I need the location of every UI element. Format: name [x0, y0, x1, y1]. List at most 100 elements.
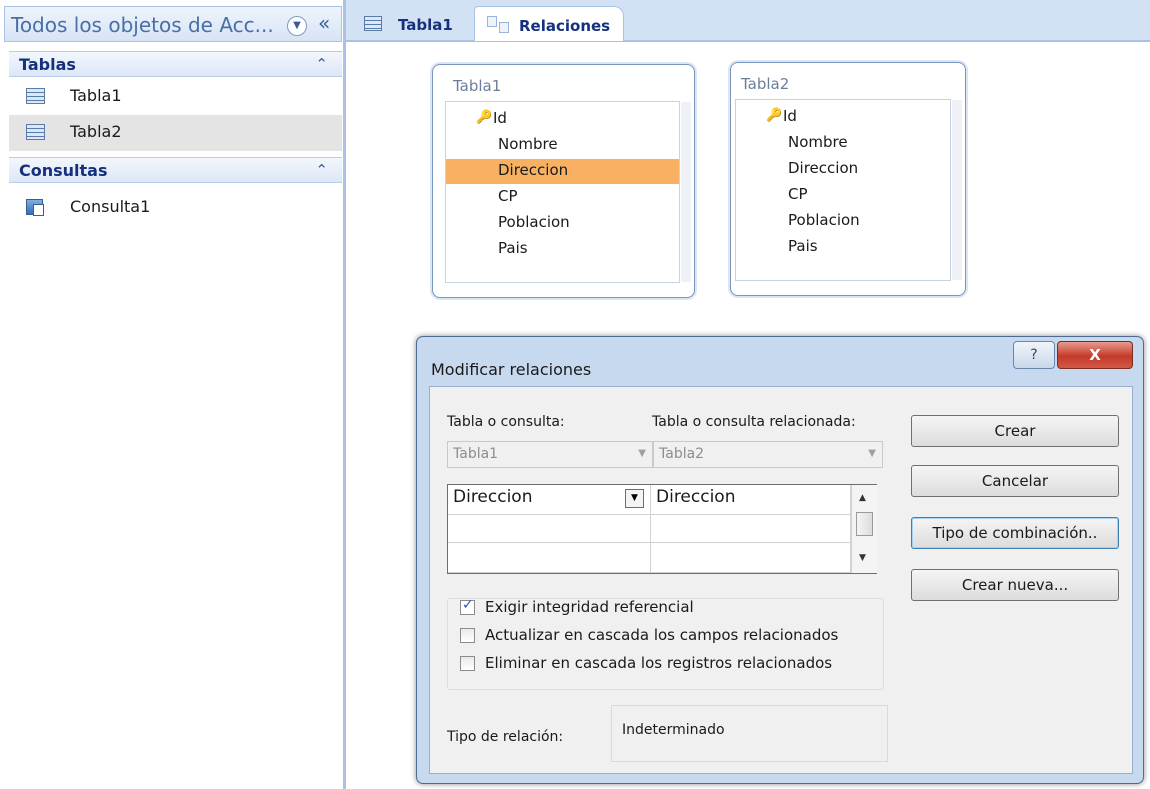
- field-label: Poblacion: [498, 213, 570, 231]
- dialog-title: Modificar relaciones: [431, 360, 592, 379]
- field-cp[interactable]: CP: [736, 183, 950, 208]
- grid-cell-left[interactable]: [448, 543, 651, 573]
- nav-item-label: Tabla1: [70, 86, 122, 105]
- field-poblacion[interactable]: Poblacion: [446, 211, 679, 236]
- tab-label: Relaciones: [519, 17, 611, 35]
- chevron-down-icon[interactable]: ▼: [287, 16, 307, 36]
- field-pais[interactable]: Pais: [736, 235, 950, 260]
- table-box-title: Tabla1: [453, 77, 502, 95]
- relationships-icon: [487, 16, 509, 33]
- field-label: Nombre: [788, 133, 848, 151]
- nav-item-tabla2[interactable]: Tabla2: [9, 115, 342, 151]
- field-label: CP: [788, 185, 808, 203]
- table-icon: [364, 16, 382, 31]
- dialog-body: Tabla o consulta: Tabla o consulta relac…: [429, 386, 1133, 774]
- chevron-up-icon[interactable]: ⌃: [315, 55, 328, 73]
- grid-cell-right[interactable]: Direccion: [651, 485, 851, 515]
- checkmark-icon: ✓: [462, 597, 474, 613]
- nav-item-consulta1[interactable]: Consulta1: [9, 190, 342, 226]
- related-table-select[interactable]: Tabla2 ▼: [653, 441, 883, 468]
- cascade-delete-checkbox[interactable]: [460, 656, 475, 671]
- relation-type-box: Indeterminado: [611, 705, 888, 762]
- chevron-down-icon: ▼: [638, 448, 646, 459]
- navigation-pane: Todos los objetos de Acc... ▼ « Tablas ⌃…: [0, 0, 346, 789]
- group-label: Consultas: [19, 161, 108, 180]
- field-label: Pais: [788, 237, 818, 255]
- field-label: Direccion: [788, 159, 859, 177]
- field-poblacion[interactable]: Poblacion: [736, 209, 950, 234]
- table-icon: [26, 124, 45, 140]
- field-label: Poblacion: [788, 211, 860, 229]
- edit-relationships-dialog: Modificar relaciones ? X Tabla o consult…: [416, 336, 1144, 784]
- scrollbar[interactable]: [952, 100, 962, 280]
- field-label: Nombre: [498, 135, 558, 153]
- field-direccion[interactable]: Direccion: [736, 157, 950, 182]
- field-label: Direccion: [498, 161, 569, 179]
- grid-cell-text: Direccion: [656, 487, 736, 507]
- nav-item-tabla1[interactable]: Tabla1: [9, 79, 342, 115]
- chevron-down-icon: ▼: [868, 448, 876, 459]
- grid-cell-left[interactable]: Direccion ▼: [448, 485, 651, 515]
- help-button[interactable]: ?: [1013, 341, 1055, 369]
- field-id[interactable]: 🔑 Id: [446, 107, 679, 132]
- chevron-down-icon[interactable]: ▼: [625, 489, 644, 508]
- field-list: 🔑 Id Nombre Direccion CP Poblacion Pais: [735, 99, 962, 281]
- create-new-button[interactable]: Crear nueva...: [911, 569, 1119, 601]
- relation-type-value: Indeterminado: [622, 722, 725, 738]
- table-select[interactable]: Tabla1 ▼: [447, 441, 653, 468]
- field-label: Pais: [498, 239, 528, 257]
- table-label: Tabla o consulta:: [447, 414, 565, 430]
- field-list: 🔑 Id Nombre Direccion CP Poblacion Pais: [445, 101, 691, 283]
- cancel-button[interactable]: Cancelar: [911, 465, 1119, 497]
- table-icon: [26, 88, 45, 104]
- create-button[interactable]: Crear: [911, 415, 1119, 447]
- group-header-consultas[interactable]: Consultas ⌃: [9, 157, 342, 183]
- scroll-down-icon[interactable]: ▼: [859, 553, 866, 563]
- chevron-up-icon[interactable]: ⌃: [315, 161, 328, 179]
- relation-type-label: Tipo de relación:: [447, 729, 564, 745]
- document-tab-bar: Tabla1 Relaciones: [346, 0, 1150, 42]
- related-table-select-value: Tabla2: [659, 446, 705, 462]
- join-type-button[interactable]: Tipo de combinación..: [911, 517, 1119, 549]
- grid-cell-left[interactable]: [448, 515, 651, 543]
- query-icon: [26, 199, 44, 216]
- field-id[interactable]: 🔑 Id: [736, 105, 950, 130]
- enforce-integrity-checkbox[interactable]: ✓: [460, 597, 475, 615]
- grid-scrollbar[interactable]: ▲ ▼: [851, 485, 877, 573]
- tab-relaciones[interactable]: Relaciones: [474, 6, 624, 41]
- grid-cell-right[interactable]: [651, 515, 851, 543]
- nav-item-label: Tabla2: [70, 122, 122, 141]
- grid-cell-text: Direccion: [453, 487, 533, 507]
- field-cp[interactable]: CP: [446, 185, 679, 210]
- cascade-update-checkbox[interactable]: [460, 628, 475, 643]
- field-pais[interactable]: Pais: [446, 237, 679, 262]
- group-header-tablas[interactable]: Tablas ⌃: [9, 51, 342, 77]
- field-nombre[interactable]: Nombre: [446, 133, 679, 158]
- nav-pane-header[interactable]: Todos los objetos de Acc... ▼ «: [4, 6, 342, 42]
- table-box-tabla2[interactable]: Tabla2 🔑 Id Nombre Direccion CP Poblacio…: [730, 62, 966, 296]
- related-table-label: Tabla o consulta relacionada:: [652, 414, 856, 430]
- collapse-pane-icon[interactable]: «: [318, 11, 330, 35]
- field-label: CP: [498, 187, 518, 205]
- table-box-tabla1[interactable]: Tabla1 🔑 Id Nombre Direccion CP Poblacio…: [432, 64, 695, 298]
- scroll-up-icon[interactable]: ▲: [859, 493, 866, 503]
- nav-pane-title: Todos los objetos de Acc...: [11, 13, 274, 37]
- integrity-options-group: ✓ Exigir integridad referencial Actualiz…: [447, 597, 884, 690]
- cascade-update-label: Actualizar en cascada los campos relacio…: [485, 626, 839, 644]
- key-icon: 🔑: [476, 110, 493, 125]
- field-label: Id: [493, 109, 507, 127]
- scroll-thumb[interactable]: [856, 512, 873, 536]
- key-icon: 🔑: [766, 108, 783, 123]
- scrollbar[interactable]: [681, 102, 691, 282]
- field-nombre[interactable]: Nombre: [736, 131, 950, 156]
- field-direccion[interactable]: Direccion: [446, 159, 679, 184]
- tab-label: Tabla1: [398, 16, 453, 34]
- cascade-delete-label: Eliminar en cascada los registros relaci…: [485, 654, 833, 672]
- field-mapping-grid[interactable]: Direccion ▼ Direccion ▲ ▼: [447, 484, 877, 574]
- group-label: Tablas: [19, 55, 76, 74]
- close-button[interactable]: X: [1057, 341, 1133, 369]
- tab-tabla1[interactable]: Tabla1: [354, 6, 464, 40]
- grid-cell-right[interactable]: [651, 543, 851, 573]
- field-label: Id: [783, 107, 797, 125]
- enforce-integrity-label: Exigir integridad referencial: [485, 598, 694, 616]
